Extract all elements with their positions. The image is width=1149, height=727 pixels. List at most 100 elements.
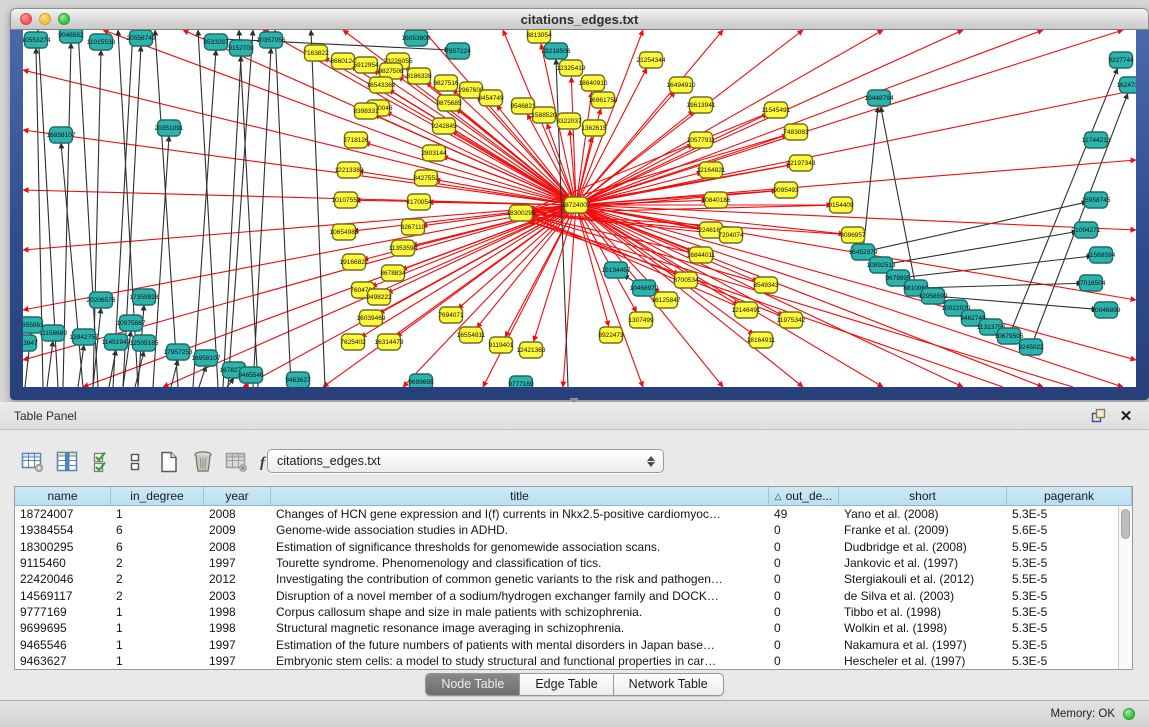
network-node[interactable]: 20556749: [127, 30, 156, 46]
network-node[interactable]: 15134457: [602, 262, 631, 278]
network-node[interactable]: 9046582: [58, 30, 84, 43]
network-node[interactable]: 10046899: [1092, 302, 1121, 318]
network-node-selected[interactable]: 9119401: [489, 337, 514, 353]
network-node-selected[interactable]: 8186328: [406, 68, 432, 84]
network-node-selected[interactable]: 18300295: [507, 205, 536, 221]
network-node[interactable]: 16958107: [192, 350, 221, 366]
cell-name[interactable]: 9463627: [15, 654, 111, 668]
network-node-selected[interactable]: 11353594: [389, 240, 418, 256]
network-node-selected[interactable]: 7625402: [340, 334, 366, 350]
network-node-selected[interactable]: 16961758: [589, 92, 618, 108]
cell-short[interactable]: Dudbridge et al. (2008): [839, 540, 1007, 554]
cell-in_degree[interactable]: 1: [111, 605, 204, 619]
network-node-selected[interactable]: 8454749: [478, 90, 504, 106]
table-row[interactable]: 2242004622012Investigating the contribut…: [15, 571, 1118, 587]
cell-year[interactable]: 2003: [204, 589, 271, 603]
cell-title[interactable]: Disruption of a novel member of a sodium…: [271, 589, 769, 603]
network-node-selected[interactable]: 16543362: [367, 77, 396, 93]
network-node[interactable]: 7855061: [23, 317, 44, 333]
network-node[interactable]: 9152709: [228, 40, 254, 56]
network-node[interactable]: 11451947: [102, 334, 131, 350]
cell-name[interactable]: 18300295: [15, 540, 111, 554]
table-row[interactable]: 1456911722003Disruption of a novel membe…: [15, 588, 1118, 604]
network-node-selected[interactable]: 2718126: [343, 132, 369, 148]
network-node-selected[interactable]: 8813054: [526, 30, 552, 43]
cell-short[interactable]: Wolkin et al. (1998): [839, 621, 1007, 635]
cell-in_degree[interactable]: 2: [111, 572, 204, 586]
network-node-selected[interactable]: 7204074: [718, 227, 744, 243]
network-node[interactable]: 20351091: [155, 120, 184, 136]
cell-name[interactable]: 14569117: [15, 589, 111, 603]
network-node-selected[interactable]: 9875685: [436, 95, 462, 111]
float-panel-icon[interactable]: [1087, 406, 1109, 426]
cell-year[interactable]: 1997: [204, 638, 271, 652]
network-node[interactable]: 7857224: [445, 43, 471, 59]
network-node[interactable]: 12958599: [919, 288, 948, 304]
cell-name[interactable]: 9777169: [15, 605, 111, 619]
table-row[interactable]: 946362711997Embryonic stem cells: a mode…: [15, 653, 1118, 669]
cell-pagerank[interactable]: 5.3E-5: [1007, 621, 1118, 635]
network-node[interactable]: 21094271: [1072, 222, 1101, 238]
cell-pagerank[interactable]: 5.3E-5: [1007, 638, 1118, 652]
cell-out_degree[interactable]: 0: [769, 654, 839, 668]
cell-title[interactable]: Estimation of significance thresholds fo…: [271, 540, 769, 554]
table-row[interactable]: 1938455462009Genome-wide association stu…: [15, 522, 1118, 538]
network-node-selected[interactable]: 12197343: [787, 155, 816, 171]
network-node-selected[interactable]: 7163822: [303, 45, 329, 61]
network-node-selected[interactable]: 18164911: [747, 332, 776, 348]
cell-out_degree[interactable]: 0: [769, 589, 839, 603]
network-node-selected[interactable]: 8660124: [330, 53, 356, 69]
network-node[interactable]: 9227744: [1108, 52, 1134, 68]
network-node-selected[interactable]: 18724007: [562, 197, 591, 213]
cell-title[interactable]: Changes of HCN gene expression and I(f) …: [271, 507, 769, 521]
network-node-selected[interactable]: 9827516: [433, 75, 459, 91]
cell-year[interactable]: 1997: [204, 556, 271, 570]
network-node-selected[interactable]: 8549343: [753, 277, 779, 293]
cell-title[interactable]: Structural magnetic resonance image aver…: [271, 621, 769, 635]
cell-pagerank[interactable]: 5.5E-5: [1007, 572, 1118, 586]
table-row[interactable]: 969969511998Structural magnetic resonanc…: [15, 620, 1118, 636]
cell-in_degree[interactable]: 1: [111, 621, 204, 635]
cell-title[interactable]: Embryonic stem cells: a model to study s…: [271, 654, 769, 668]
network-node[interactable]: 9777169: [508, 376, 534, 387]
network-node[interactable]: 12505185: [130, 335, 159, 351]
cell-in_degree[interactable]: 6: [111, 523, 204, 537]
network-node[interactable]: 19448794: [865, 90, 894, 106]
network-node-selected[interactable]: 7483083: [783, 124, 809, 140]
cell-pagerank[interactable]: 5.3E-5: [1007, 589, 1118, 603]
network-node-selected[interactable]: 9095493: [773, 182, 799, 198]
network-node[interactable]: 16053809: [402, 30, 431, 46]
tab-edge-table[interactable]: Edge Table: [520, 674, 613, 695]
network-node-selected[interactable]: 8267110: [401, 219, 426, 235]
network-node[interactable]: 16858107: [47, 127, 76, 143]
network-node-selected[interactable]: 10107552: [332, 192, 361, 208]
network-node-selected[interactable]: 16314479: [375, 334, 404, 350]
network-node[interactable]: 9465546: [238, 367, 264, 383]
network-node-selected[interactable]: 9242845: [431, 118, 457, 134]
cell-short[interactable]: de Silva et al. (2003): [839, 589, 1007, 603]
network-node[interactable]: 10553274: [23, 32, 51, 48]
cell-in_degree[interactable]: 1: [111, 507, 204, 521]
column-header-pagerank[interactable]: pagerank: [1007, 487, 1132, 505]
cell-year[interactable]: 2008: [204, 507, 271, 521]
tab-network-table[interactable]: Network Table: [614, 674, 723, 695]
close-panel-icon[interactable]: ✕: [1115, 406, 1137, 426]
network-node[interactable]: 17016504: [1077, 275, 1106, 291]
table-row[interactable]: 946554611997Estimation of the future num…: [15, 636, 1118, 652]
cell-name[interactable]: 19384554: [15, 523, 111, 537]
show-columns-icon[interactable]: [52, 448, 82, 476]
network-node-selected[interactable]: 18640910: [579, 75, 608, 91]
network-node-selected[interactable]: 12325419: [557, 60, 586, 76]
cell-short[interactable]: Stergiakouli et al. (2012): [839, 572, 1007, 586]
cell-name[interactable]: 9465546: [15, 638, 111, 652]
network-node[interactable]: 3913947: [23, 335, 38, 351]
cell-pagerank[interactable]: 5.3E-5: [1007, 507, 1118, 521]
cell-title[interactable]: Tourette syndrome. Phenomenology and cla…: [271, 556, 769, 570]
network-node[interactable]: 13942757: [70, 329, 99, 345]
network-node-selected[interactable]: 8922473: [598, 327, 624, 343]
table-row[interactable]: 911546021997Tourette syndrome. Phenomeno…: [15, 555, 1118, 571]
network-node-selected[interactable]: 7694071: [438, 307, 464, 323]
table-row[interactable]: 1872400712008Changes of HCN gene express…: [15, 506, 1118, 522]
cell-in_degree[interactable]: 2: [111, 589, 204, 603]
network-node-selected[interactable]: 4170054: [406, 194, 432, 210]
